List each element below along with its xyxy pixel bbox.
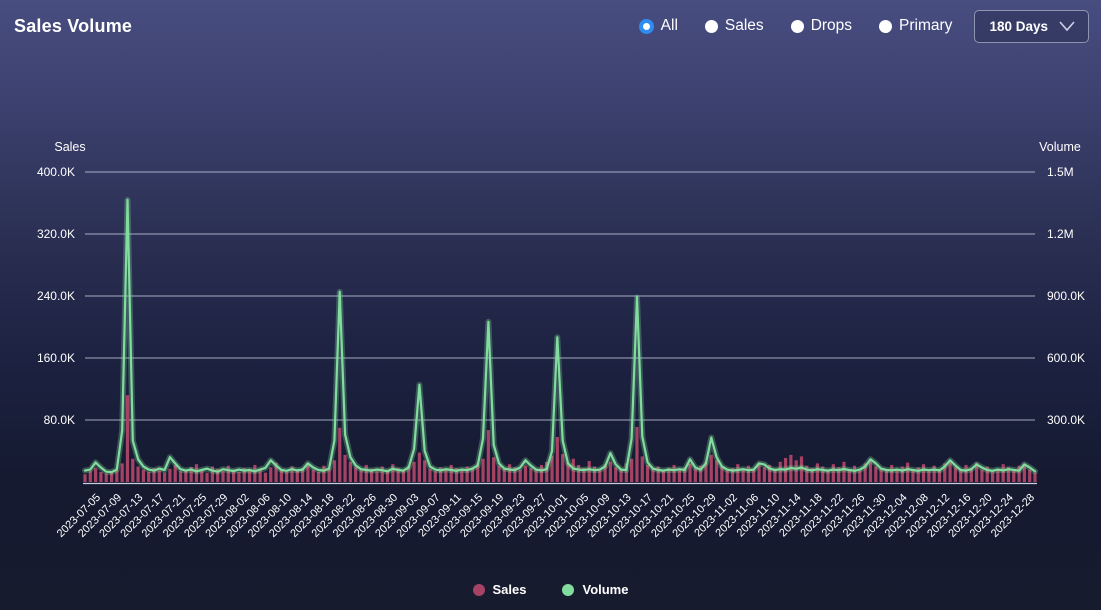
sales-bar[interactable] — [486, 430, 490, 482]
y-left-tick-label: 160.0K — [37, 351, 75, 365]
chevron-down-icon — [1058, 20, 1076, 32]
sales-bar[interactable] — [338, 427, 342, 482]
filter-radio-label: Primary — [899, 17, 953, 34]
sales-bar[interactable] — [492, 457, 496, 482]
sales-bar[interactable] — [136, 466, 140, 483]
volume-line-glow — [82, 196, 1038, 476]
y-left-tick-label: 400.0K — [37, 165, 75, 179]
y-right-tick-label: 1.5M — [1047, 165, 1074, 179]
sales-bar[interactable] — [523, 465, 528, 482]
sales-bar[interactable] — [237, 471, 241, 482]
sales-bar[interactable] — [269, 467, 273, 482]
sales-bar[interactable] — [481, 458, 485, 482]
legend-label: Sales — [492, 582, 527, 597]
radio-selected-icon — [638, 18, 654, 34]
sales-bar[interactable] — [608, 461, 613, 482]
sales-bar[interactable] — [874, 466, 878, 483]
legend-swatch-icon — [472, 583, 485, 596]
sales-bar[interactable] — [332, 460, 337, 482]
sales-bar[interactable] — [423, 460, 427, 482]
range-dropdown[interactable]: 180 Days — [974, 9, 1089, 43]
legend-swatch-icon — [562, 583, 575, 596]
filter-radio-label: Sales — [724, 17, 764, 34]
filter-radio-sales[interactable]: Sales — [704, 17, 764, 35]
legend-item-volume[interactable]: Volume — [562, 582, 628, 597]
sales-bar[interactable] — [141, 469, 145, 482]
sales-bar[interactable] — [163, 472, 167, 482]
sales-bar[interactable] — [94, 468, 98, 482]
legend-label: Volume — [582, 582, 629, 597]
sales-volume-chart[interactable]: 400.0K 1.5M 320.0K 1.2M 240.0K 900.0K 160.0K 60… — [0, 0, 1101, 610]
filter-radio-primary[interactable]: Primary — [879, 17, 952, 35]
filter-radio-label: Drops — [810, 17, 853, 34]
sales-bar[interactable] — [412, 461, 416, 482]
sales-bar[interactable] — [709, 454, 713, 482]
radio-icon — [879, 19, 893, 33]
y-left-tick-label: 240.0K — [37, 289, 75, 303]
filter-radio-all[interactable]: All — [638, 17, 678, 35]
chart-legend: Sales Volume — [0, 582, 1101, 597]
y-left-tick-label: 320.0K — [37, 227, 75, 241]
filter-radio-group: All Sales Drops Primary — [638, 17, 952, 35]
filter-radio-drops[interactable]: Drops — [790, 17, 853, 35]
y-right-tick-label: 900.0K — [1047, 289, 1085, 303]
sales-bar[interactable] — [83, 474, 87, 482]
sales-bar[interactable] — [417, 452, 421, 482]
sales-bar[interactable] — [168, 468, 172, 482]
sales-bar[interactable] — [635, 426, 639, 482]
y-right-tick-label: 600.0K — [1047, 351, 1085, 365]
sales-bar[interactable] — [428, 468, 432, 482]
range-dropdown-value: 180 Days — [989, 18, 1048, 34]
sales-bar[interactable] — [555, 437, 559, 482]
sales-bar[interactable] — [263, 472, 268, 482]
sales-bar[interactable] — [131, 458, 135, 482]
left-axis-title: Sales — [54, 140, 85, 154]
sales-bar[interactable] — [762, 467, 766, 482]
radio-icon — [790, 19, 804, 33]
sales-bar[interactable] — [147, 471, 151, 482]
sales-bar[interactable] — [99, 471, 103, 482]
sales-bar[interactable] — [348, 461, 352, 482]
panel-header: Sales Volume All Sales Drops Primary 180 Da… — [0, 0, 1101, 52]
legend-item-sales[interactable]: Sales — [472, 582, 527, 597]
sales-bar[interactable] — [518, 469, 522, 482]
radio-icon — [704, 19, 718, 33]
panel-title: Sales Volume — [14, 15, 133, 36]
right-axis-title: Volume — [1039, 140, 1081, 154]
sales-bar[interactable] — [125, 395, 130, 482]
sales-bar[interactable] — [980, 469, 984, 482]
sales-bar[interactable] — [178, 471, 183, 482]
sales-bar[interactable] — [120, 463, 124, 482]
y-right-tick-label: 300.0K — [1047, 413, 1085, 427]
sales-bar[interactable] — [316, 471, 321, 482]
sales-bar[interactable] — [815, 463, 820, 482]
sales-bar[interactable] — [311, 469, 315, 482]
filter-radio-label: All — [660, 17, 678, 34]
sales-bar[interactable] — [343, 454, 347, 482]
y-left-tick-label: 80.0K — [44, 413, 75, 427]
sales-volume-panel: Sales Volume All Sales Drops Primary 180 Da… — [0, 0, 1101, 610]
sales-bar[interactable] — [205, 472, 209, 482]
sales-bar[interactable] — [640, 456, 644, 482]
y-right-tick-label: 1.2M — [1047, 227, 1074, 241]
